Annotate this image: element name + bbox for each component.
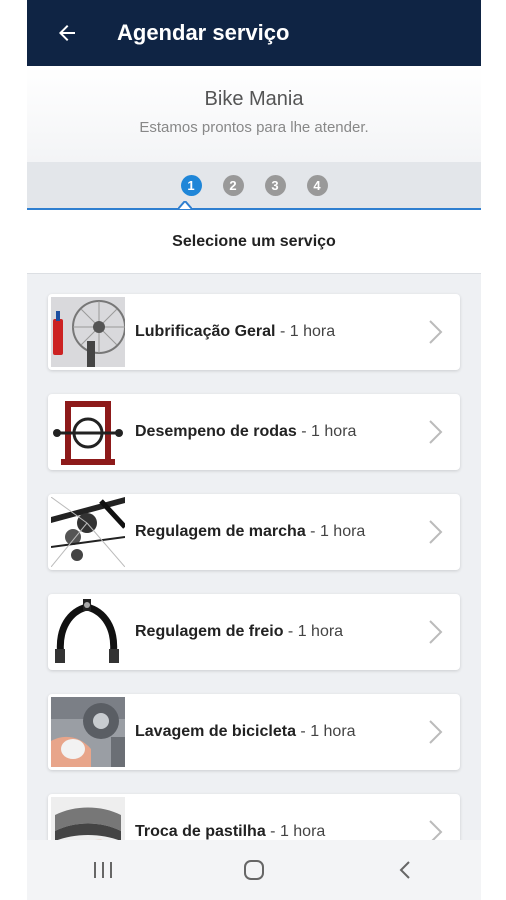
wheel-truing-image [51,397,125,467]
chevron-right-icon [429,520,443,544]
service-label: Lavagem de bicicleta - 1 hora [135,723,356,740]
service-label: Lubrificação Geral - 1 hora [135,323,336,340]
derailleur-image [51,497,125,567]
store-name: Bike Mania [204,88,304,110]
service-card-lubrificacao[interactable]: Lubrificação Geral - 1 hora [48,294,460,370]
bike-wash-image [51,697,125,767]
service-card-desempeno[interactable]: Desempeno de rodas - 1 hora [48,394,460,470]
screen: Agendar serviço Bike Mania Estamos pront… [27,0,481,900]
service-card-marcha[interactable]: Regulagem de marcha - 1 hora [48,494,460,570]
brake-caliper-image [51,597,125,667]
chevron-right-icon [429,420,443,444]
service-list: Lubrificação Geral - 1 hora Desempeno de… [27,274,481,870]
chevron-right-icon [429,320,443,344]
app-bar: Agendar serviço [27,0,481,66]
step-1[interactable]: 1 [180,174,202,196]
service-card-lavagem[interactable]: Lavagem de bicicleta - 1 hora [48,694,460,770]
store-tagline: Estamos prontos para lhe atender. [139,119,369,136]
back-nav-icon[interactable] [385,850,425,890]
service-card-freio[interactable]: Regulagem de freio - 1 hora [48,594,460,670]
store-header: Bike Mania Estamos prontos para lhe aten… [27,66,481,162]
lubrication-image [51,297,125,367]
step-2[interactable]: 2 [222,174,244,196]
step-4[interactable]: 4 [306,174,328,196]
step-3[interactable]: 3 [264,174,286,196]
step-pointer-icon [178,201,192,209]
service-label: Troca de pastilha - 1 hora [135,823,326,840]
arrow-left-icon[interactable] [53,19,81,47]
home-icon[interactable] [234,850,274,890]
service-label: Regulagem de freio - 1 hora [135,623,344,640]
service-label: Desempeno de rodas - 1 hora [135,423,357,440]
section-title: Selecione um serviço [27,210,481,274]
system-nav-bar [27,840,481,900]
stepper: 1 2 3 4 [27,162,481,210]
recent-apps-icon[interactable] [83,850,123,890]
chevron-right-icon [429,720,443,744]
service-label: Regulagem de marcha - 1 hora [135,523,366,540]
page-title: Agendar serviço [117,20,290,45]
chevron-right-icon [429,620,443,644]
